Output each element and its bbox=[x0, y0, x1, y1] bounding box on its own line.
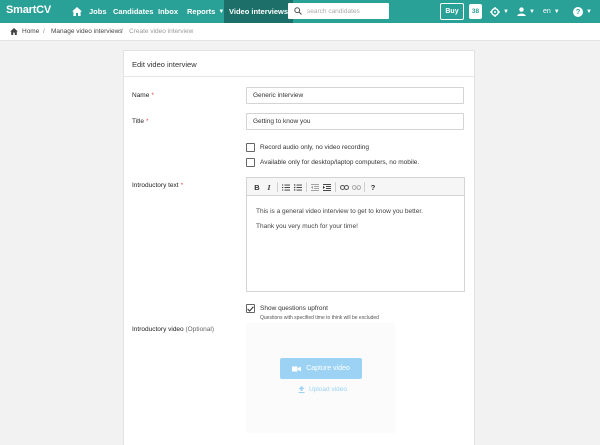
toolbar-divider bbox=[306, 182, 307, 192]
editor-toolbar: B I ? bbox=[247, 178, 464, 196]
breadcrumb-separator: / bbox=[43, 28, 45, 35]
user-icon bbox=[517, 7, 526, 16]
intro-text-label-text: Introductory text bbox=[132, 182, 179, 189]
required-mark: * bbox=[180, 182, 184, 189]
edit-video-interview-panel: Edit video interview Name* Title* Record… bbox=[123, 50, 475, 445]
bold-icon[interactable]: B bbox=[252, 182, 262, 192]
nav-video-interviews[interactable]: Video interviews bbox=[224, 0, 294, 23]
breadcrumb-home[interactable]: Home bbox=[22, 28, 39, 35]
toolbar-divider bbox=[335, 182, 336, 192]
audio-only-checkbox[interactable] bbox=[246, 143, 255, 152]
video-camera-icon bbox=[292, 366, 302, 371]
intro-video-label-text: Introductory video bbox=[132, 326, 184, 333]
video-upload-area: Capture video Upload video bbox=[246, 323, 395, 433]
search-icon bbox=[294, 7, 302, 15]
nav-inbox[interactable]: Inbox bbox=[158, 0, 178, 23]
toolbar-divider bbox=[364, 182, 365, 192]
name-input[interactable] bbox=[246, 87, 464, 104]
name-label-text: Name bbox=[132, 92, 150, 99]
home-icon bbox=[72, 7, 82, 16]
capture-video-button[interactable]: Capture video bbox=[280, 358, 362, 379]
breadcrumb: Home / Manage video interviews / Create … bbox=[0, 23, 600, 41]
show-questions-note: Questions with specified time to think w… bbox=[260, 315, 379, 321]
ordered-list-icon[interactable] bbox=[281, 182, 291, 192]
home-icon[interactable] bbox=[10, 28, 18, 35]
outdent-icon[interactable] bbox=[310, 182, 320, 192]
gear-icon bbox=[490, 6, 500, 17]
upload-video-label: Upload video bbox=[309, 386, 347, 393]
brand-logo[interactable]: SmartCV bbox=[6, 4, 51, 16]
unlink-icon[interactable] bbox=[351, 182, 361, 192]
chevron-down-icon: ▼ bbox=[553, 8, 560, 15]
search-box bbox=[288, 3, 389, 19]
notification-count-badge[interactable]: 38 bbox=[469, 4, 482, 19]
nav-jobs[interactable]: Jobs bbox=[89, 0, 107, 23]
title-input[interactable] bbox=[246, 113, 464, 130]
panel-header: Edit video interview bbox=[124, 51, 474, 77]
indent-icon[interactable] bbox=[322, 182, 332, 192]
toolbar-divider bbox=[277, 182, 278, 192]
breadcrumb-separator: / bbox=[121, 28, 123, 35]
language-label: en bbox=[543, 8, 551, 15]
intro-video-label: Introductory video (Optional) bbox=[132, 326, 214, 333]
name-label: Name * bbox=[132, 92, 154, 99]
buy-button[interactable]: Buy bbox=[440, 3, 464, 20]
editor-content[interactable]: This is a general video interview to get… bbox=[256, 208, 456, 238]
help-icon: ? bbox=[573, 6, 583, 17]
bullet-list-icon[interactable] bbox=[293, 182, 303, 192]
required-mark: * bbox=[151, 92, 154, 99]
desktop-only-checkbox[interactable] bbox=[246, 158, 255, 167]
capture-video-label: Capture video bbox=[306, 365, 350, 372]
optional-mark: (Optional) bbox=[185, 326, 215, 333]
check-icon bbox=[247, 305, 254, 312]
chevron-down-icon: ▼ bbox=[529, 8, 535, 15]
home-nav-button[interactable] bbox=[70, 0, 84, 23]
intro-text-label: Introductory text * bbox=[132, 182, 183, 189]
top-navbar: SmartCV Jobs Candidates Inbox Reports ▼ V… bbox=[0, 0, 600, 23]
audio-only-label: Record audio only, no video recording bbox=[260, 144, 370, 151]
help-icon[interactable]: ? bbox=[368, 182, 378, 192]
editor-paragraph: This is a general video interview to get… bbox=[256, 208, 423, 215]
chevron-down-icon: ▼ bbox=[586, 8, 592, 15]
rich-text-editor[interactable]: B I ? This is a general video interview … bbox=[246, 177, 465, 292]
title-label: Title * bbox=[132, 118, 149, 125]
language-menu[interactable]: en ▼ bbox=[543, 0, 560, 23]
show-questions-checkbox[interactable] bbox=[246, 304, 255, 313]
chevron-down-icon: ▼ bbox=[503, 8, 509, 15]
upload-icon bbox=[298, 386, 305, 393]
nav-reports-label: Reports bbox=[187, 7, 216, 16]
nav-reports[interactable]: Reports ▼ bbox=[187, 0, 224, 23]
upload-video-link[interactable]: Upload video bbox=[298, 386, 347, 393]
breadcrumb-current: Create video interview bbox=[129, 28, 194, 35]
title-label-text: Title bbox=[132, 118, 145, 125]
editor-paragraph: Thank you very much for your time! bbox=[256, 223, 358, 230]
settings-menu[interactable]: ▼ bbox=[490, 0, 509, 23]
panel-title: Edit video interview bbox=[132, 60, 197, 69]
show-questions-label: Show questions upfront bbox=[260, 305, 328, 312]
search-input[interactable] bbox=[307, 5, 385, 17]
breadcrumb-manage-video-interviews[interactable]: Manage video interviews bbox=[51, 28, 123, 35]
desktop-only-label: Available only for desktop/laptop comput… bbox=[260, 159, 420, 166]
help-menu[interactable]: ? ▼ bbox=[573, 0, 592, 23]
required-mark: * bbox=[146, 118, 149, 125]
nav-candidates[interactable]: Candidates bbox=[113, 0, 153, 23]
link-icon[interactable] bbox=[339, 182, 349, 192]
italic-icon[interactable]: I bbox=[264, 182, 274, 192]
user-menu[interactable]: ▼ bbox=[517, 0, 535, 23]
